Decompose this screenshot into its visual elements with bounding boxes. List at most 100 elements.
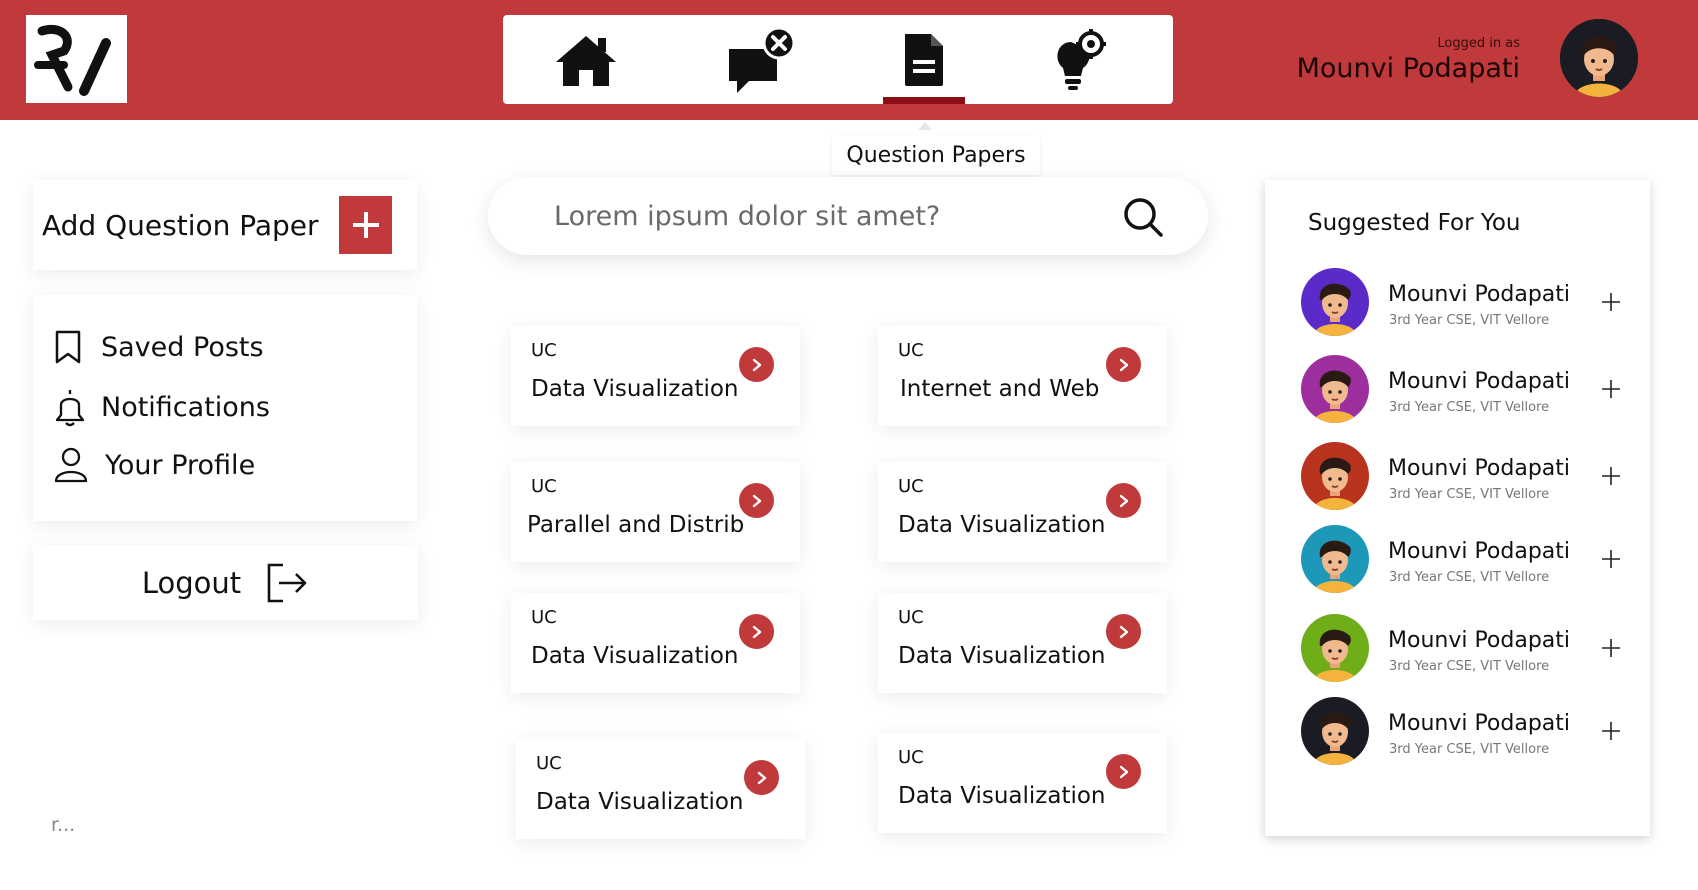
suggested-user-name[interactable]: Mounvi Podapati xyxy=(1388,539,1570,564)
suggested-user-details: 3rd Year CSE, VIT Vellore xyxy=(1389,570,1550,585)
nav-tooltip: Question Papers xyxy=(832,135,1040,175)
sidebar-item-profile[interactable]: Your Profile xyxy=(53,445,255,485)
avatar[interactable] xyxy=(1301,355,1369,423)
suggested-user-name[interactable]: Mounvi Podapati xyxy=(1388,282,1570,307)
open-paper-button[interactable] xyxy=(1106,483,1141,518)
suggested-user-name[interactable]: Mounvi Podapati xyxy=(1388,711,1570,736)
suggested-user-details: 3rd Year CSE, VIT Vellore xyxy=(1389,313,1550,328)
logout-icon xyxy=(267,563,307,602)
paper-code: UC xyxy=(531,476,557,497)
tooltip-arrow xyxy=(918,122,932,130)
avatar[interactable] xyxy=(1560,19,1638,97)
paper-card[interactable]: UC Data Visualization xyxy=(878,733,1167,833)
bulb-gear-icon xyxy=(1057,28,1106,90)
sidebar-item-saved-posts[interactable]: Saved Posts xyxy=(53,327,264,367)
logout-button[interactable]: Logout xyxy=(33,545,418,620)
nav-home[interactable] xyxy=(541,15,631,104)
open-paper-button[interactable] xyxy=(1106,754,1141,789)
chevron-right-icon xyxy=(1119,625,1128,638)
user-avatar-icon xyxy=(1301,355,1369,423)
user-avatar-icon xyxy=(1301,525,1369,593)
paper-card[interactable]: UC Data Visualization xyxy=(511,326,800,426)
suggested-user-details: 3rd Year CSE, VIT Vellore xyxy=(1389,742,1550,757)
avatar[interactable] xyxy=(1301,442,1369,510)
paper-title: Data Visualization xyxy=(531,376,739,402)
suggested-user-item[interactable]: Mounvi Podapati 3rd Year CSE, VIT Vellore xyxy=(1301,268,1631,338)
chevron-right-icon xyxy=(1119,358,1128,371)
open-paper-button[interactable] xyxy=(739,614,774,649)
search-bar xyxy=(488,177,1208,255)
user-name[interactable]: Mounvi Podapati xyxy=(1297,53,1520,84)
paper-title: Data Visualization xyxy=(531,643,739,669)
avatar[interactable] xyxy=(1301,697,1369,765)
search-input[interactable] xyxy=(554,193,1074,239)
paper-card[interactable]: UC Parallel and Distrib xyxy=(511,462,800,562)
follow-plus-icon[interactable] xyxy=(1599,547,1623,571)
add-question-paper-label: Add Question Paper xyxy=(42,208,319,242)
user-avatar-icon xyxy=(1301,442,1369,510)
follow-plus-icon[interactable] xyxy=(1599,719,1623,743)
follow-plus-icon[interactable] xyxy=(1599,377,1623,401)
paper-card[interactable]: UC Data Visualization xyxy=(878,593,1167,693)
app-logo[interactable] xyxy=(26,15,127,103)
suggested-user-item[interactable]: Mounvi Podapati 3rd Year CSE, VIT Vellore xyxy=(1301,614,1631,684)
follow-plus-icon[interactable] xyxy=(1599,464,1623,488)
paper-card[interactable]: UC Data Visualization xyxy=(511,593,800,693)
suggested-panel: Suggested For You Mounvi Podapati 3rd Yea… xyxy=(1265,180,1650,836)
suggested-user-name[interactable]: Mounvi Podapati xyxy=(1388,369,1570,394)
sidebar-item-label: Your Profile xyxy=(105,449,256,481)
user-icon xyxy=(54,447,88,483)
chevron-right-icon xyxy=(1119,494,1128,507)
add-question-paper-button[interactable] xyxy=(339,196,392,254)
chat-close-icon xyxy=(729,26,796,93)
open-paper-button[interactable] xyxy=(1106,614,1141,649)
follow-plus-icon[interactable] xyxy=(1599,636,1623,660)
open-paper-button[interactable] xyxy=(744,760,779,795)
user-avatar-icon xyxy=(1560,19,1638,97)
paper-code: UC xyxy=(898,747,924,768)
avatar[interactable] xyxy=(1301,268,1369,336)
chevron-right-icon xyxy=(752,358,761,371)
sidebar-item-label: Notifications xyxy=(101,391,270,423)
suggested-user-name[interactable]: Mounvi Podapati xyxy=(1388,456,1570,481)
paper-card[interactable]: UC Data Visualization xyxy=(878,462,1167,562)
chevron-right-icon xyxy=(752,625,761,638)
suggested-title: Suggested For You xyxy=(1308,210,1521,236)
suggested-user-item[interactable]: Mounvi Podapati 3rd Year CSE, VIT Vellore xyxy=(1301,525,1631,595)
user-avatar-icon xyxy=(1301,614,1369,682)
open-paper-button[interactable] xyxy=(1106,347,1141,382)
user-block: Logged in as Mounvi Podapati xyxy=(1297,36,1520,84)
paper-title: Data Visualization xyxy=(898,783,1106,809)
paper-code: UC xyxy=(536,753,562,774)
avatar[interactable] xyxy=(1301,525,1369,593)
open-paper-button[interactable] xyxy=(739,483,774,518)
suggested-user-details: 3rd Year CSE, VIT Vellore xyxy=(1389,659,1550,674)
plus-icon xyxy=(352,212,379,238)
paper-title: Data Visualization xyxy=(536,789,744,815)
nav-question-papers[interactable] xyxy=(879,15,969,104)
suggested-user-name[interactable]: Mounvi Podapati xyxy=(1388,628,1570,653)
suggested-user-item[interactable]: Mounvi Podapati 3rd Year CSE, VIT Vellore xyxy=(1301,355,1631,425)
sidebar-item-label: Saved Posts xyxy=(101,331,264,363)
search-icon[interactable] xyxy=(1122,196,1164,238)
logo-mark-icon xyxy=(33,25,111,96)
nav-ideas[interactable] xyxy=(1034,15,1124,104)
suggested-user-item[interactable]: Mounvi Podapati 3rd Year CSE, VIT Vellore xyxy=(1301,442,1631,512)
paper-card[interactable]: UC Internet and Web xyxy=(878,326,1167,426)
suggested-user-item[interactable]: Mounvi Podapati 3rd Year CSE, VIT Vellore xyxy=(1301,697,1631,767)
paper-title: Internet and Web xyxy=(900,376,1100,402)
logged-in-caption: Logged in as xyxy=(1437,36,1520,51)
paper-code: UC xyxy=(531,340,557,361)
follow-plus-icon[interactable] xyxy=(1599,290,1623,314)
logout-label: Logout xyxy=(141,565,242,600)
avatar[interactable] xyxy=(1301,614,1369,682)
open-paper-button[interactable] xyxy=(739,347,774,382)
sidebar-item-notifications[interactable]: Notifications xyxy=(53,387,270,427)
nav-active-indicator xyxy=(883,97,965,104)
add-question-paper-card[interactable]: Add Question Paper xyxy=(33,180,417,270)
main-nav xyxy=(503,15,1173,104)
paper-code: UC xyxy=(898,340,924,361)
nav-discussion[interactable] xyxy=(716,15,806,104)
paper-card[interactable]: UC Data Visualization xyxy=(516,739,805,839)
bell-icon xyxy=(55,390,85,427)
